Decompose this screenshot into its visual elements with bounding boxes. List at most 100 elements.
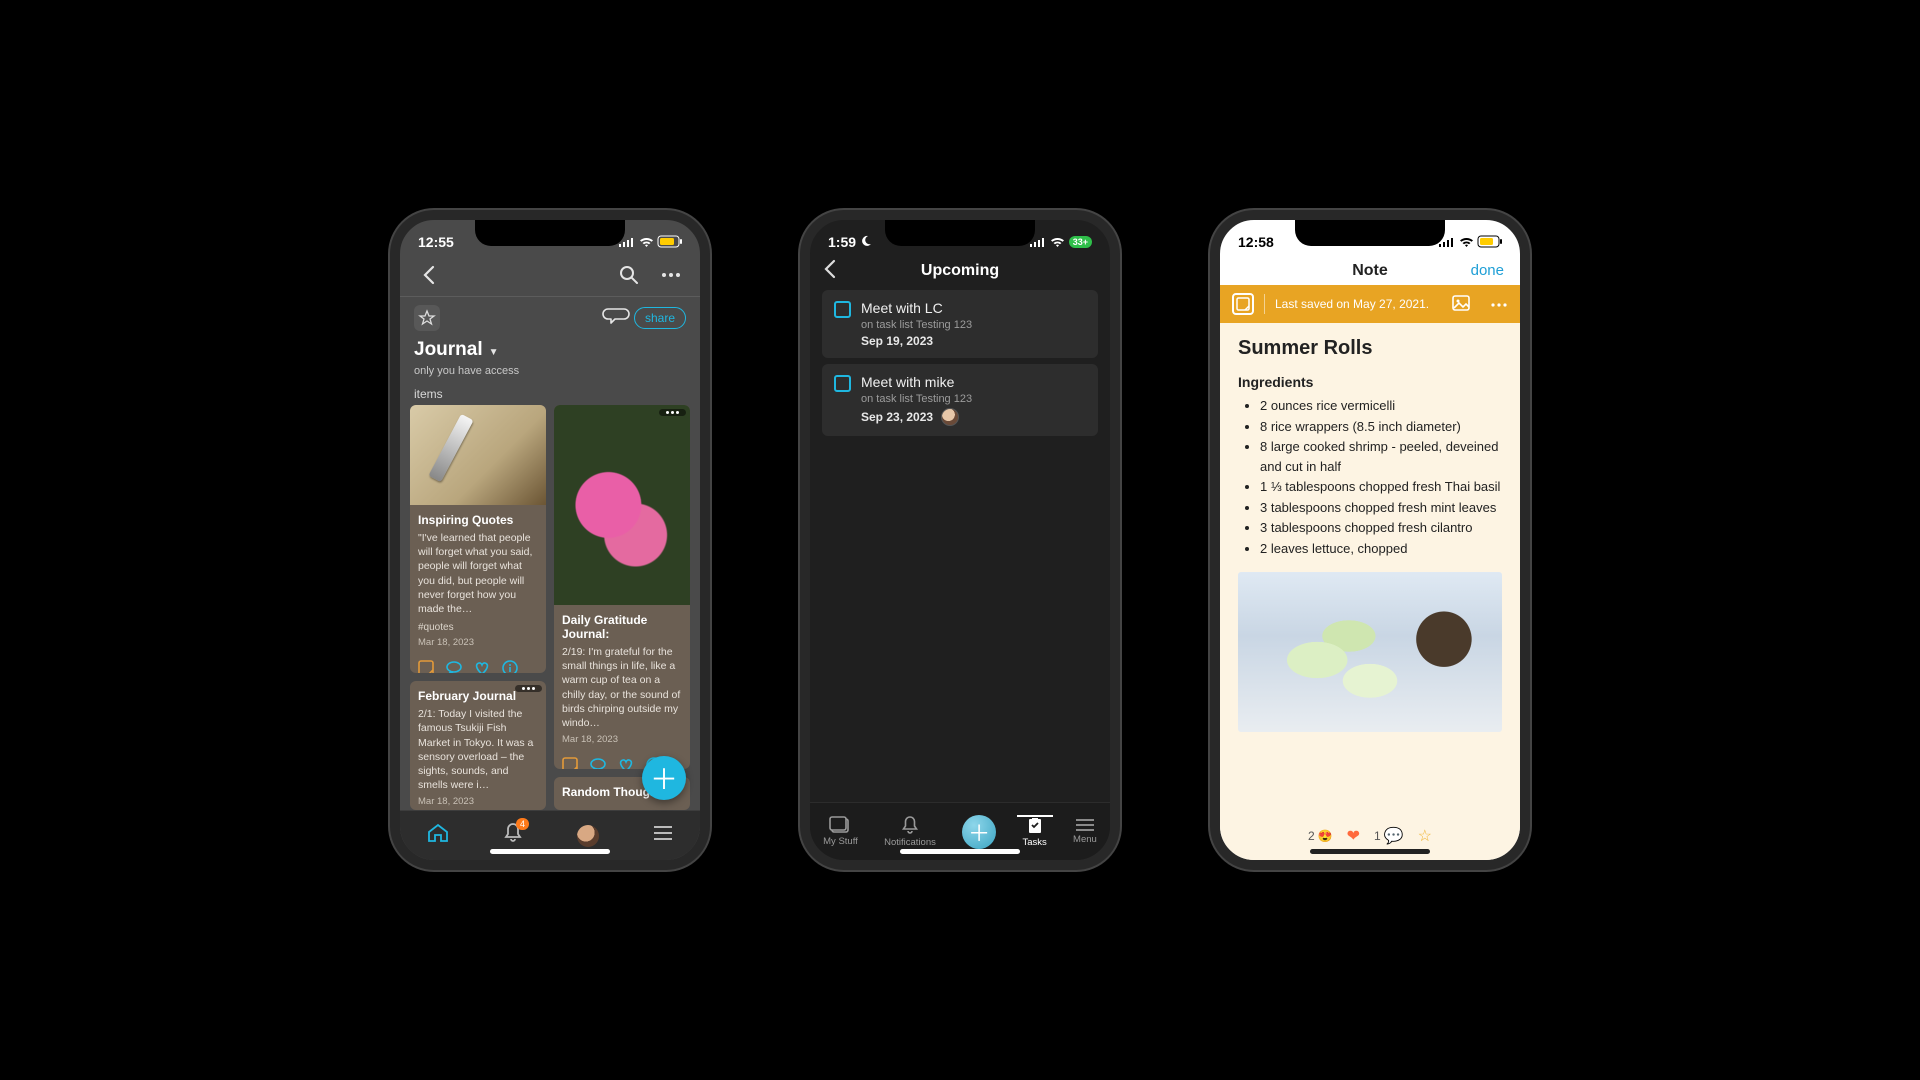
- card-body: 2/19: I'm grateful for the small things …: [562, 645, 682, 730]
- note-body[interactable]: Summer Rolls Ingredients 2 ounces rice v…: [1220, 323, 1520, 860]
- wifi-icon: [1459, 237, 1474, 248]
- card-image: [554, 405, 690, 605]
- tab-tasks[interactable]: Tasks: [1022, 815, 1046, 848]
- nav-bar: Note done: [1220, 256, 1520, 285]
- chevron-down-icon: ▼: [489, 347, 499, 358]
- battery-icon: [1478, 236, 1502, 248]
- divider: [400, 296, 700, 297]
- card-grid: Inspiring Quotes "I've learned that peop…: [400, 405, 700, 810]
- home-indicator[interactable]: [1310, 849, 1430, 854]
- battery-icon: [658, 236, 682, 248]
- card-title: Inspiring Quotes: [418, 513, 538, 527]
- task-due: Sep 19, 2023: [861, 334, 1086, 348]
- banner-text: Last saved on May 27, 2021.: [1275, 297, 1429, 311]
- tab-menu[interactable]: [653, 825, 673, 846]
- notch: [475, 220, 625, 246]
- wifi-icon: [639, 237, 654, 248]
- list-item: 2 leaves lettuce, chopped: [1260, 539, 1502, 559]
- list-item: 2 ounces rice vermicelli: [1260, 396, 1502, 416]
- note-icon[interactable]: [562, 757, 578, 769]
- list-item: 3 tablespoons chopped fresh cilantro: [1260, 518, 1502, 538]
- card-date: Mar 18, 2023: [562, 734, 682, 745]
- tab-profile[interactable]: [577, 825, 599, 847]
- card-daily-gratitude[interactable]: Daily Gratitude Journal: 2/19: I'm grate…: [554, 405, 690, 769]
- card-date: Mar 18, 2023: [418, 796, 538, 807]
- add-fab[interactable]: ＋: [642, 756, 686, 800]
- phone-journal: 12:55 share: [390, 210, 710, 870]
- note-image: [1238, 572, 1502, 732]
- card-title: Daily Gratitude Journal:: [562, 613, 682, 641]
- tab-notifications[interactable]: 4: [503, 822, 523, 849]
- heart-icon[interactable]: [618, 758, 634, 769]
- info-icon[interactable]: [502, 660, 518, 673]
- done-button[interactable]: done: [1471, 262, 1504, 279]
- card-image: [410, 405, 546, 505]
- collection-title[interactable]: Journal▼: [414, 339, 686, 361]
- phone-tasks: 1:59 33+ Upcoming Meet with LC on task l…: [800, 210, 1120, 870]
- reaction-heart-eyes[interactable]: 2😍: [1308, 829, 1333, 843]
- note-icon[interactable]: [418, 660, 434, 673]
- task-item[interactable]: Meet with LC on task list Testing 123 Se…: [822, 290, 1098, 358]
- card-footer: [410, 656, 546, 673]
- reaction-heart[interactable]: ❤: [1347, 826, 1360, 846]
- more-button[interactable]: [1490, 297, 1508, 311]
- heart-eyes-icon: 😍: [1318, 829, 1333, 843]
- card-tag: #quotes: [418, 622, 538, 633]
- card-inspiring-quotes[interactable]: Inspiring Quotes "I've learned that peop…: [410, 405, 546, 673]
- task-due: Sep 23, 2023: [861, 408, 1086, 426]
- card-date: Mar 18, 2023: [418, 637, 538, 648]
- tab-label: My Stuff: [823, 836, 858, 847]
- list-item: 8 large cooked shrimp - peeled, deveined…: [1260, 437, 1502, 476]
- home-indicator[interactable]: [900, 849, 1020, 854]
- tab-menu[interactable]: Menu: [1073, 818, 1097, 845]
- task-item[interactable]: Meet with mike on task list Testing 123 …: [822, 364, 1098, 436]
- tab-mystuff[interactable]: My Stuff: [823, 816, 858, 847]
- back-button[interactable]: [824, 260, 836, 283]
- favorite-button[interactable]: [414, 305, 440, 331]
- tab-notifications[interactable]: Notifications: [884, 815, 936, 848]
- task-checkbox[interactable]: [834, 301, 851, 318]
- screen-title: Note: [1352, 262, 1388, 280]
- notch: [885, 220, 1035, 246]
- share-button[interactable]: share: [634, 307, 686, 329]
- dnd-moon-icon: [860, 234, 872, 250]
- section-header: items: [400, 385, 700, 405]
- home-indicator[interactable]: [490, 849, 610, 854]
- note-title: Summer Rolls: [1238, 337, 1502, 360]
- access-label: only you have access: [414, 365, 519, 377]
- add-fab[interactable]: ＋: [962, 815, 996, 849]
- card-more-button[interactable]: [659, 409, 686, 416]
- image-button[interactable]: [1452, 295, 1470, 314]
- comment-icon: 💬: [1384, 826, 1404, 846]
- task-title: Meet with mike: [861, 374, 1086, 390]
- tab-label: Menu: [1073, 834, 1097, 845]
- comment-icon[interactable]: [590, 758, 606, 769]
- star-icon: ☆: [1418, 826, 1432, 846]
- card-more-button[interactable]: [515, 685, 542, 692]
- note-type-icon[interactable]: [1232, 293, 1254, 315]
- list-item: 1 ⅓ tablespoons chopped fresh Thai basil: [1260, 477, 1502, 497]
- task-checkbox[interactable]: [834, 375, 851, 392]
- nav-bar: [400, 256, 700, 296]
- search-button[interactable]: [614, 260, 644, 290]
- task-subtitle: on task list Testing 123: [861, 393, 1086, 405]
- nav-bar: Upcoming: [810, 256, 1110, 290]
- comment-icon[interactable]: [606, 307, 626, 330]
- tab-home[interactable]: [427, 823, 449, 848]
- more-button[interactable]: [656, 260, 686, 290]
- card-body: 2/1: Today I visited the famous Tsukiji …: [418, 707, 538, 792]
- save-banner: Last saved on May 27, 2021.: [1220, 285, 1520, 323]
- task-title: Meet with LC: [861, 300, 1086, 316]
- avatar-icon: [577, 825, 599, 847]
- reaction-star[interactable]: ☆: [1418, 826, 1432, 846]
- card-february-journal[interactable]: February Journal 2/1: Today I visited th…: [410, 681, 546, 810]
- tab-label: Notifications: [884, 837, 936, 848]
- heart-icon[interactable]: [474, 661, 490, 673]
- phone-note: 12:58 Note done Last saved on May 27, 20…: [1210, 210, 1530, 870]
- back-button[interactable]: [414, 260, 444, 290]
- status-time: 12:58: [1238, 234, 1274, 250]
- ingredients-list: 2 ounces rice vermicelli 8 rice wrappers…: [1238, 396, 1502, 558]
- tab-label: Tasks: [1022, 837, 1046, 848]
- comment-icon[interactable]: [446, 661, 462, 673]
- reaction-comment[interactable]: 1💬: [1374, 826, 1404, 846]
